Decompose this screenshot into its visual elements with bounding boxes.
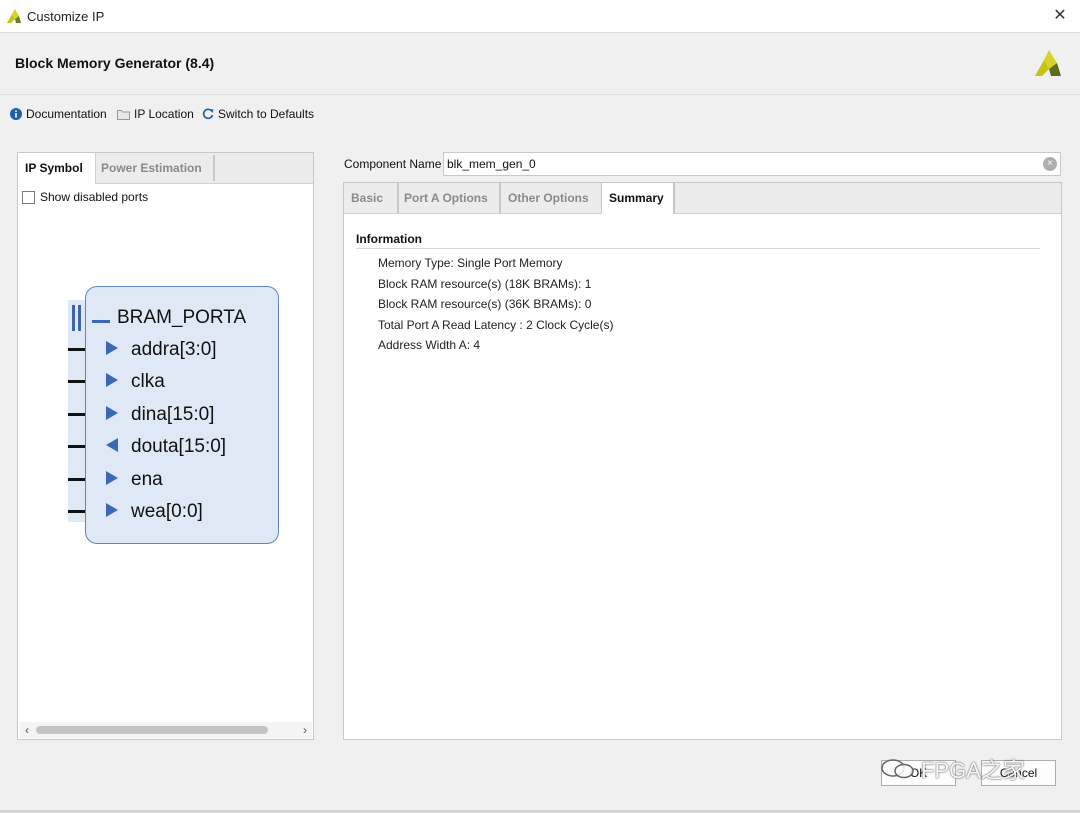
input-arrow-icon — [106, 404, 125, 426]
pin-line — [68, 413, 85, 416]
ip-symbol-box: BRAM_PORTA addra[3:0] clka dina[15:0] do… — [85, 286, 279, 544]
pin-line — [68, 380, 85, 383]
pin-line — [68, 478, 85, 481]
port-label: wea[0:0] — [131, 501, 203, 522]
info-line: Block RAM resource(s) (36K BRAMs): 0 — [378, 297, 592, 311]
port-row: clka — [106, 370, 165, 394]
pin-line — [68, 445, 85, 448]
tab-other-options[interactable]: Other Options — [501, 183, 603, 213]
summary-info-list: Memory Type: Single Port Memory Block RA… — [378, 256, 613, 359]
ip-title: Block Memory Generator (8.4) — [15, 55, 215, 71]
input-arrow-icon — [106, 469, 125, 491]
info-icon — [10, 108, 22, 120]
input-arrow-icon — [106, 371, 125, 393]
info-line: Address Width A: 4 — [378, 338, 481, 352]
port-label: clka — [131, 371, 165, 392]
ip-header: Block Memory Generator (8.4) — [0, 33, 1080, 95]
vivado-logo-icon — [1035, 50, 1061, 76]
show-disabled-ports-label: Show disabled ports — [40, 190, 149, 204]
left-panel: IP Symbol Power Estimation Show disabled… — [17, 152, 314, 740]
toolbar: Documentation IP Location Switch to Defa… — [0, 103, 600, 125]
scroll-thumb[interactable] — [36, 726, 268, 734]
tab-basic[interactable]: Basic — [344, 183, 399, 213]
port-row: wea[0:0] — [106, 500, 203, 524]
watermark: FPGA之家 — [879, 754, 1025, 784]
folder-icon — [117, 109, 130, 120]
output-arrow-icon — [106, 436, 125, 458]
tab-divider — [213, 155, 215, 181]
pin-line — [68, 510, 85, 513]
bus-port-row: BRAM_PORTA — [92, 306, 246, 330]
tab-power-estimation[interactable]: Power Estimation — [95, 153, 214, 183]
bus-interface-icon — [72, 305, 82, 331]
window-title: Customize IP — [27, 9, 105, 24]
ip-location-label: IP Location — [134, 107, 194, 121]
port-row: douta[15:0] — [106, 435, 226, 459]
clear-icon[interactable]: × — [1043, 157, 1057, 171]
watermark-text: FPGA之家 — [921, 758, 1025, 783]
switch-to-defaults-label: Switch to Defaults — [218, 107, 315, 121]
info-line: Total Port A Read Latency : 2 Clock Cycl… — [378, 317, 614, 332]
port-row: ena — [106, 468, 163, 492]
horizontal-scrollbar[interactable]: ‹ › — [20, 722, 312, 738]
bus-collapse-icon — [92, 307, 111, 329]
right-tab-bar: Basic Port A Options Other Options Summa… — [344, 183, 1061, 214]
input-arrow-icon — [106, 339, 125, 361]
component-name-label: Component Name — [344, 157, 442, 171]
port-row: addra[3:0] — [106, 338, 217, 362]
vivado-app-icon — [7, 9, 21, 23]
info-line: Block RAM resource(s) (18K BRAMs): 1 — [378, 276, 592, 291]
scroll-right-icon[interactable]: › — [298, 722, 312, 738]
tab-summary[interactable]: Summary — [602, 183, 675, 214]
section-divider — [356, 248, 1040, 249]
show-disabled-ports-row: Show disabled ports — [22, 189, 148, 205]
component-name-field: × — [443, 152, 1061, 176]
bus-port-label: BRAM_PORTA — [117, 307, 247, 328]
port-row: dina[15:0] — [106, 403, 214, 427]
pin-line — [68, 348, 85, 351]
wechat-watermark-icon — [881, 759, 914, 779]
component-name-input[interactable] — [447, 155, 1037, 173]
scroll-left-icon[interactable]: ‹ — [20, 722, 34, 738]
tab-ip-symbol[interactable]: IP Symbol — [18, 153, 96, 184]
documentation-button[interactable]: Documentation — [10, 106, 107, 122]
switch-to-defaults-button[interactable]: Switch to Defaults — [202, 106, 314, 122]
ip-location-button[interactable]: IP Location — [117, 106, 194, 122]
close-icon[interactable]: ✕ — [1050, 6, 1070, 26]
info-line: Memory Type: Single Port Memory — [378, 256, 563, 270]
documentation-label: Documentation — [26, 107, 107, 121]
information-heading: Information — [356, 232, 422, 246]
port-label: addra[3:0] — [131, 339, 217, 360]
input-arrow-icon — [106, 501, 125, 523]
left-tab-bar: IP Symbol Power Estimation — [18, 153, 313, 184]
port-label: dina[15:0] — [131, 404, 215, 425]
pin-strip — [68, 300, 85, 522]
port-label: ena — [131, 469, 163, 490]
show-disabled-ports-checkbox[interactable] — [22, 190, 35, 204]
title-bar: Customize IP ✕ — [0, 0, 1080, 33]
ip-symbol-diagram: BRAM_PORTA addra[3:0] clka dina[15:0] do… — [68, 286, 280, 544]
right-panel: Basic Port A Options Other Options Summa… — [343, 182, 1062, 740]
dialog-client: Block Memory Generator (8.4) Documentati… — [0, 33, 1080, 813]
port-label: douta[15:0] — [131, 436, 227, 457]
refresh-icon — [202, 108, 214, 120]
tab-port-a-options[interactable]: Port A Options — [397, 183, 501, 213]
